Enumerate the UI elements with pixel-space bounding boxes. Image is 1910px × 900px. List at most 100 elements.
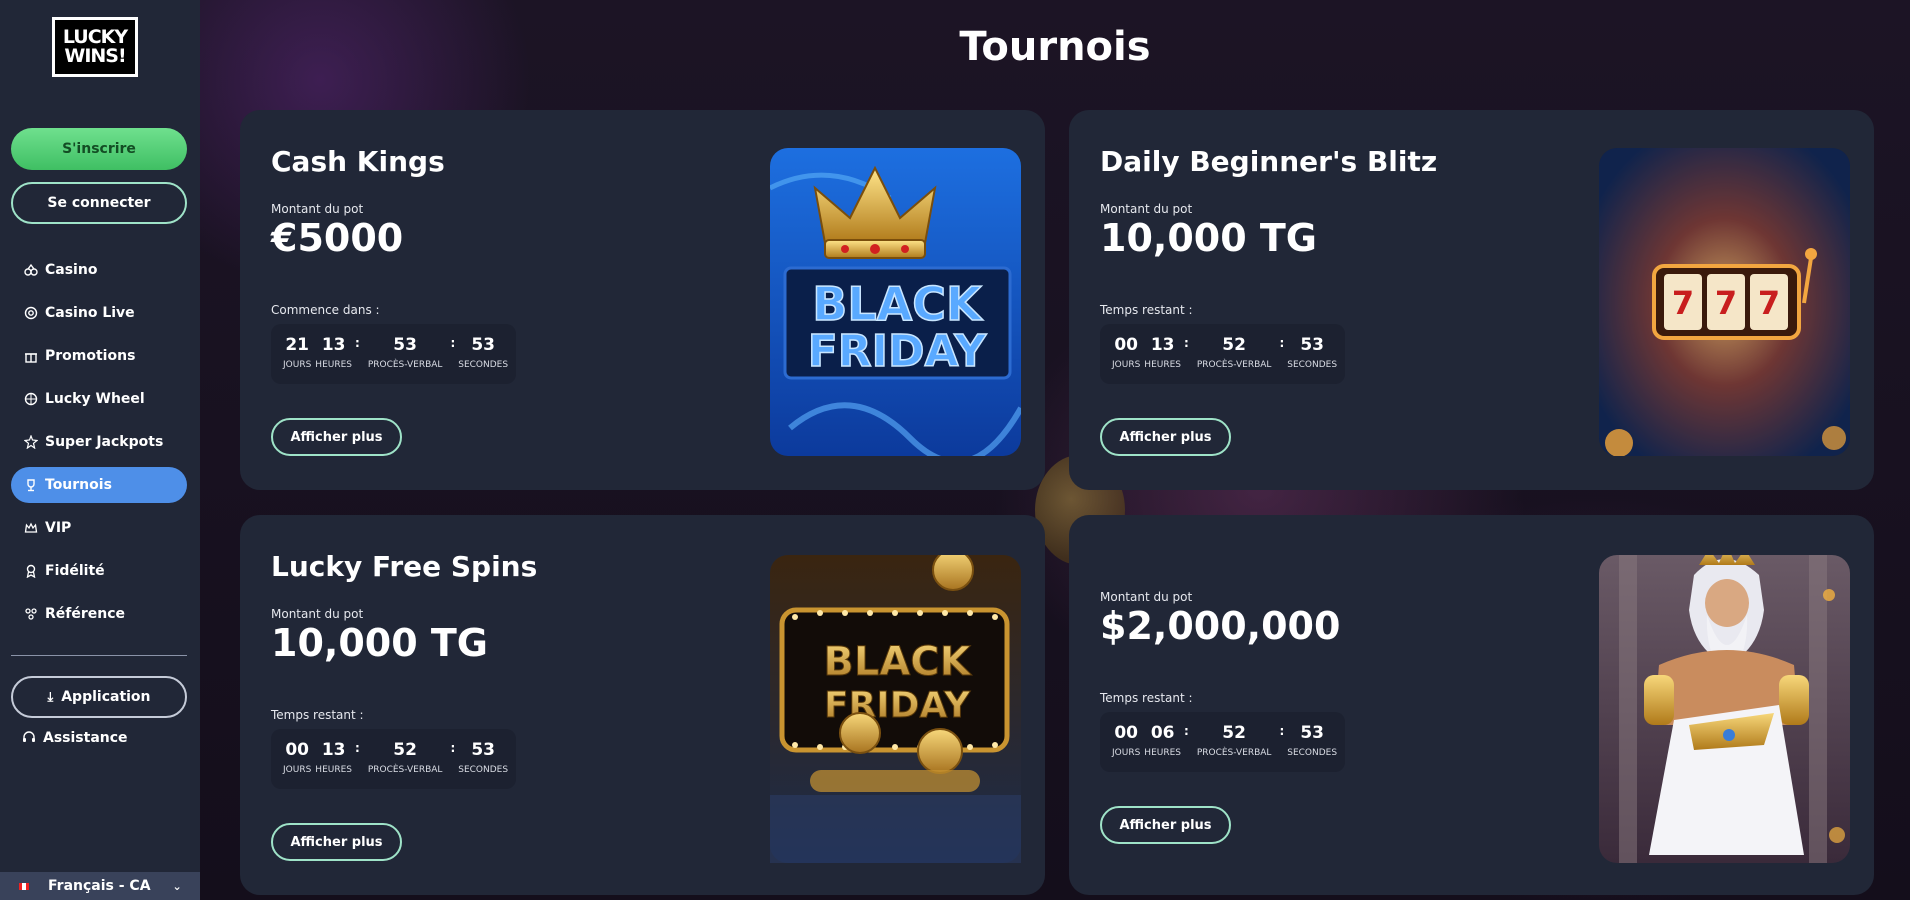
timer-minutes-value: 53 (393, 335, 417, 355)
logo-line-2: WINS! (64, 45, 126, 67)
show-more-button[interactable]: Afficher plus (1100, 806, 1231, 844)
language-selector[interactable]: Français - CA ⌄ (0, 872, 200, 900)
timer-minutes-label: PROCÈS-VERBAL (1196, 360, 1272, 370)
timer-hours-value: 13 (1150, 335, 1175, 355)
sidebar-item-promotions[interactable]: Promotions (11, 338, 187, 374)
timer-minutes: 52 PROCÈS-VERBAL (368, 739, 443, 775)
timer-separator: : (1184, 336, 1189, 350)
register-button[interactable]: S'inscrire (11, 128, 187, 170)
timer-days: 00 JOURS (283, 739, 311, 775)
lucky-wins-logo[interactable]: LUCKY WINS! (52, 17, 138, 77)
timer-separator: : (355, 741, 360, 755)
timer-hours-label: HEURES (1144, 360, 1181, 370)
sidebar-divider (11, 655, 187, 656)
tournament-card: Lucky Free Spins Montant du pot 10,000 T… (240, 515, 1045, 895)
show-more-button[interactable]: Afficher plus (271, 418, 402, 456)
sidebar-item-tournois[interactable]: Tournois (11, 467, 187, 503)
pot-value: $2,000,000 (1100, 604, 1341, 648)
sidebar-item-label: VIP (45, 520, 72, 536)
sidebar-item-reference[interactable]: Référence (11, 596, 187, 632)
application-label: Application (61, 689, 151, 705)
timer-minutes-value: 52 (1222, 335, 1246, 355)
sidebar-item-casino-live[interactable]: Casino Live (11, 295, 187, 331)
timer-label: Temps restant : (271, 708, 364, 722)
sidebar: LUCKY WINS! S'inscrire Se connecter Casi… (0, 0, 200, 900)
tournament-title: Lucky Free Spins (271, 550, 538, 583)
download-icon: ⤓ (47, 689, 54, 705)
timer-hours: 06 HEURES (1144, 722, 1181, 758)
pot-label: Montant du pot (271, 607, 364, 621)
trophy-icon (24, 478, 38, 492)
timer-separator: : (450, 741, 456, 755)
timer-seconds-value: 53 (471, 335, 495, 355)
art-text-line-2: FRIDAY (808, 326, 988, 377)
pot-label: Montant du pot (1100, 202, 1193, 216)
timer-minutes-value: 52 (1222, 723, 1246, 743)
timer-hours-label: HEURES (1144, 748, 1181, 758)
tournament-card: Daily Beginner's Blitz Montant du pot 10… (1069, 110, 1874, 490)
sidebar-item-super-jackpots[interactable]: Super Jackpots (11, 424, 187, 460)
pot-value: 10,000 TG (271, 621, 488, 665)
tournament-title: Daily Beginner's Blitz (1100, 145, 1438, 178)
timer-hours-value: 06 (1150, 723, 1175, 743)
timer-label: Commence dans : (271, 303, 380, 317)
timer-seconds: 53 SECONDES (1287, 722, 1337, 758)
timer-minutes: 52 PROCÈS-VERBAL (1197, 334, 1272, 370)
timer-minutes: 53 PROCÈS-VERBAL (368, 334, 443, 370)
sidebar-item-fidelite[interactable]: Fidélité (11, 553, 187, 589)
login-button[interactable]: Se connecter (11, 182, 187, 224)
timer-label: Temps restant : (1100, 303, 1193, 317)
timer-hours-label: HEURES (315, 360, 352, 370)
timer-hours: 13 HEURES (315, 334, 352, 370)
black-friday-coins-image: BLACK FRIDAY (770, 555, 1021, 863)
show-more-button[interactable]: Afficher plus (1100, 418, 1231, 456)
timer-days-label: JOURS (283, 765, 312, 775)
svg-text:7: 7 (1672, 284, 1694, 322)
timer-days-label: JOURS (1112, 360, 1141, 370)
timer-seconds-value: 53 (471, 740, 495, 760)
timer-separator: : (1184, 724, 1189, 738)
timer-minutes-value: 52 (393, 740, 417, 760)
sidebar-item-label: Promotions (45, 348, 136, 364)
sidebar-item-label: Lucky Wheel (45, 391, 145, 407)
support-link[interactable]: Assistance (22, 730, 128, 746)
timer-seconds: 53 SECONDES (458, 739, 508, 775)
timer-days-value: 00 (1114, 723, 1138, 743)
chip-icon (24, 306, 38, 320)
sidebar-item-label: Tournois (45, 477, 112, 493)
timer-minutes-label: PROCÈS-VERBAL (367, 765, 443, 775)
pot-label: Montant du pot (271, 202, 364, 216)
sidebar-item-vip[interactable]: VIP (11, 510, 187, 546)
timer-days: 21 JOURS (283, 334, 311, 370)
svg-text:7: 7 (1715, 284, 1737, 322)
timer-minutes-label: PROCÈS-VERBAL (367, 360, 443, 370)
timer-hours-value: 13 (321, 335, 346, 355)
slot-icon (24, 263, 38, 277)
application-button[interactable]: ⤓ Application (11, 676, 187, 718)
tournament-card: Montant du pot $2,000,000 Temps restant … (1069, 515, 1874, 895)
timer-seconds-value: 53 (1300, 335, 1324, 355)
headset-icon (22, 731, 36, 745)
sidebar-item-casino[interactable]: Casino (11, 252, 187, 288)
timer-label: Temps restant : (1100, 691, 1193, 705)
countdown-timer: 00 JOURS 13 HEURES : 52 PROCÈS-VERBAL : 53 S… (271, 729, 516, 789)
timer-days-label: JOURS (1112, 748, 1141, 758)
pot-value: €5000 (271, 216, 404, 260)
language-label: Français - CA (48, 878, 151, 894)
timer-hours-value: 13 (321, 740, 346, 760)
timer-separator: : (355, 336, 360, 350)
sidebar-item-label: Casino Live (45, 305, 135, 321)
timer-hours-label: HEURES (315, 765, 352, 775)
support-label: Assistance (43, 730, 128, 746)
sidebar-item-lucky-wheel[interactable]: Lucky Wheel (11, 381, 187, 417)
timer-seconds-label: SECONDES (458, 765, 509, 775)
black-friday-crown-image: BLACK FRIDAY (770, 148, 1021, 456)
show-more-button[interactable]: Afficher plus (271, 823, 402, 861)
sidebar-item-label: Casino (45, 262, 98, 278)
art-text-line-1: BLACK (823, 639, 972, 685)
sidebar-item-label: Super Jackpots (45, 434, 164, 450)
pot-value: 10,000 TG (1100, 216, 1317, 260)
jackpot-icon (24, 435, 38, 449)
timer-separator: : (1279, 724, 1285, 738)
timer-days: 00 JOURS (1112, 722, 1140, 758)
